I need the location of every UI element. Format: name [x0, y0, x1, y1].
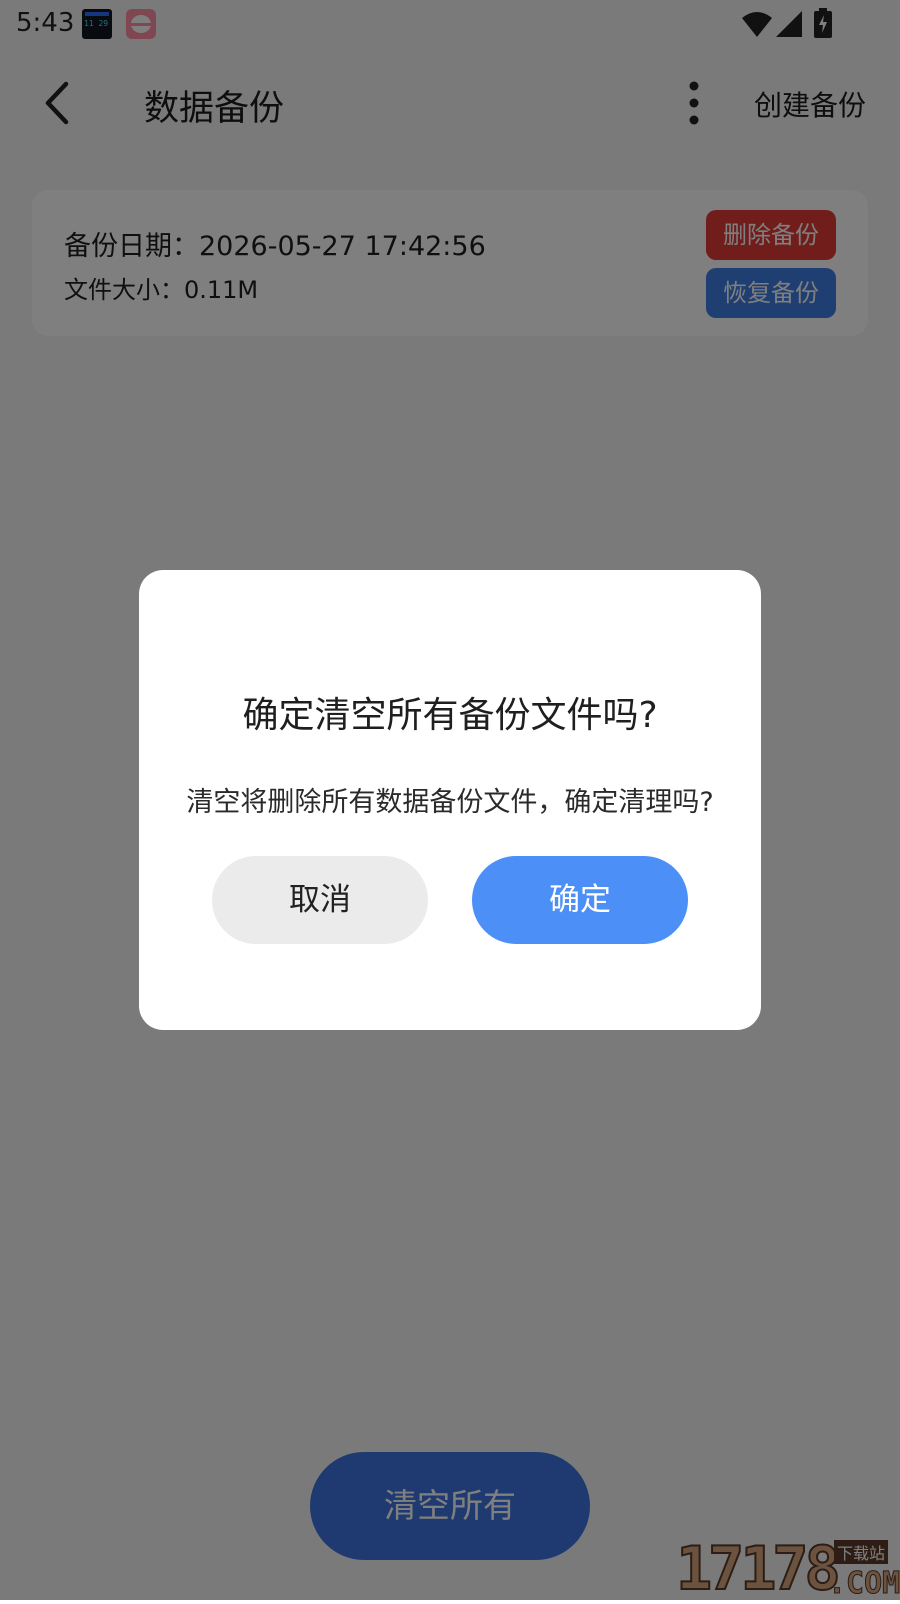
confirm-clear-dialog: 确定清空所有备份文件吗? 清空将删除所有数据备份文件，确定清理吗? 取消 确定 [139, 570, 761, 1030]
dialog-message: 清空将删除所有数据备份文件，确定清理吗? [186, 787, 714, 818]
cancel-button[interactable]: 取消 [212, 856, 428, 944]
confirm-button[interactable]: 确定 [472, 856, 688, 944]
dialog-title: 确定清空所有备份文件吗? [242, 695, 658, 736]
